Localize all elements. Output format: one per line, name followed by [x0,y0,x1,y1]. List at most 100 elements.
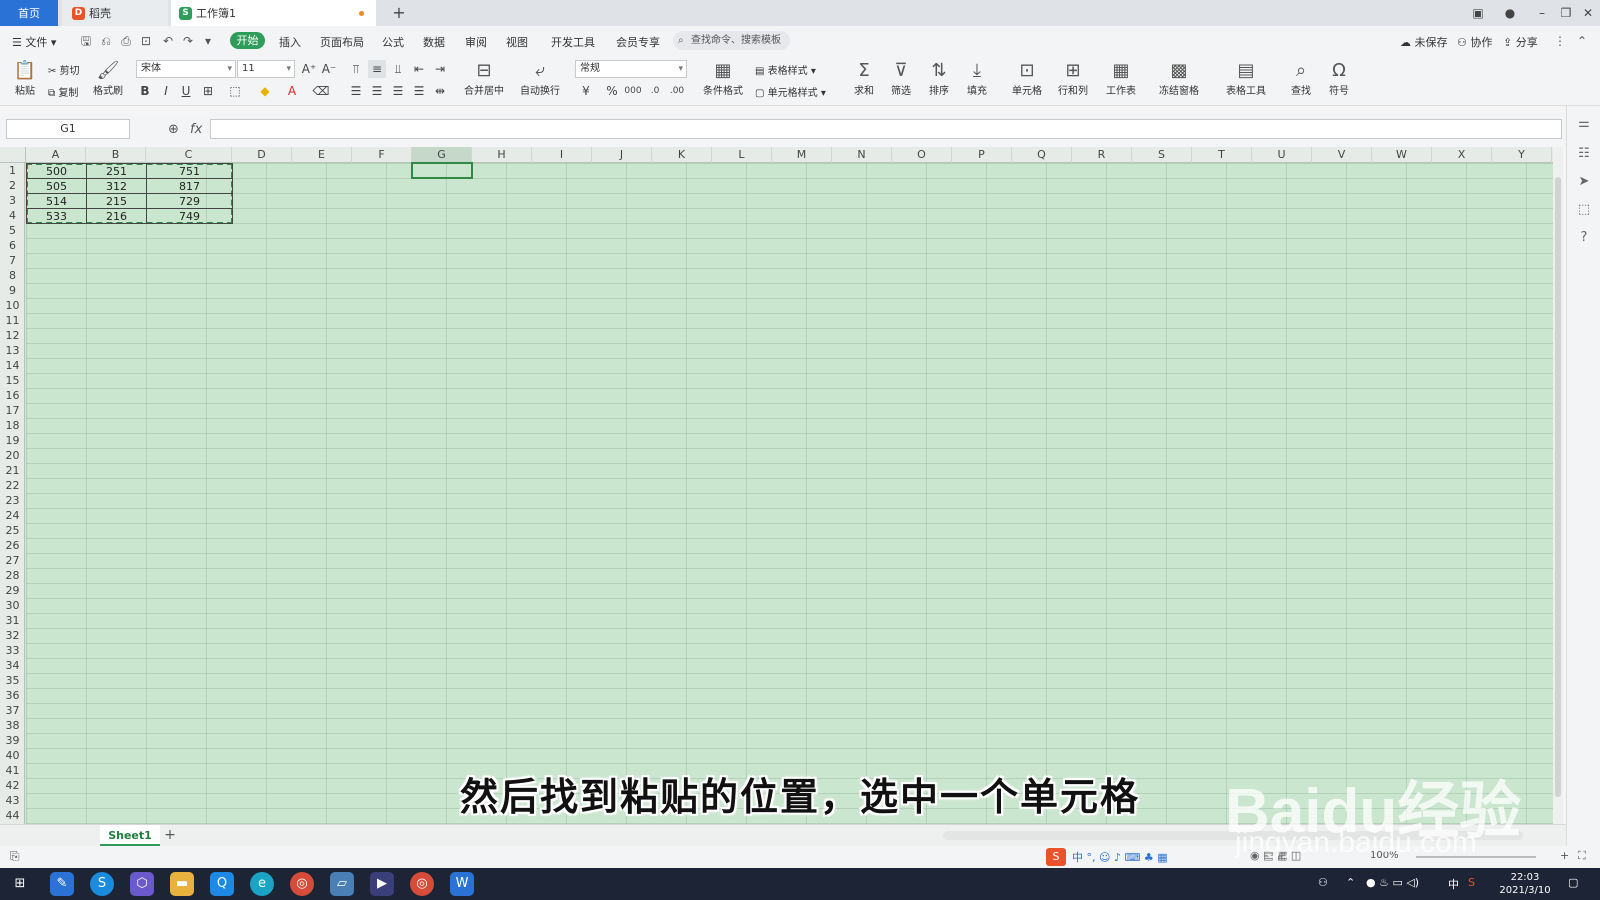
row-header-7[interactable]: 7 [0,253,25,268]
share-button[interactable]: ⇪ 分享 [1503,34,1538,50]
redo-icon[interactable]: ↷ [180,33,196,49]
cell-area[interactable]: 500 251 751 505 312 817 514 215 729 533 216 749 [26,162,1553,824]
row-header-21[interactable]: 21 [0,463,25,478]
collapse-ribbon-icon[interactable]: ⌃ [1574,33,1590,49]
increase-font-icon[interactable]: A⁺ [300,60,318,78]
tab-developer[interactable]: 开发工具 [551,34,595,50]
row-header-1[interactable]: 1 [0,163,25,178]
fill-button[interactable]: ⤓ 填充 [960,60,994,97]
windows-start-icon[interactable]: ⊞ [8,872,32,896]
row-header-25[interactable]: 25 [0,523,25,538]
row-header-24[interactable]: 24 [0,508,25,523]
row-header-35[interactable]: 35 [0,673,25,688]
tray-ime-label[interactable]: 中 [1448,876,1459,892]
column-header-o[interactable]: O [892,147,952,163]
restore-icon[interactable]: ❐ [1556,4,1576,22]
table-cell[interactable]: 500 [26,163,87,179]
tab-formula[interactable]: 公式 [382,34,404,50]
properties-icon[interactable]: ☷ [1575,146,1593,164]
tray-people-icon[interactable]: ⚇ [1318,876,1328,889]
column-header-s[interactable]: S [1132,147,1192,163]
table-style-button[interactable]: ▤ 表格样式 ▾ [755,62,816,77]
fullscreen-icon[interactable]: ⛶ [1578,849,1586,863]
table-cell[interactable]: 312 [86,178,147,194]
table-cell[interactable]: 216 [86,208,147,224]
column-header-x[interactable]: X [1432,147,1492,163]
tab-member[interactable]: 会员专享 [616,34,660,50]
row-header-22[interactable]: 22 [0,478,25,493]
table-cell[interactable]: 514 [26,193,87,209]
align-left-icon[interactable]: ☰ [347,82,365,100]
sort-button[interactable]: ⇅ 排序 [922,60,956,97]
taskbar-clock[interactable]: 22:03 2021/3/10 [1490,871,1560,897]
filter-button[interactable]: ⊽ 筛选 [884,60,918,97]
cell-fill-pattern-icon[interactable]: ⬚ [226,82,244,100]
column-header-a[interactable]: A [26,147,86,163]
find-button[interactable]: ⌕ 查找 [1284,60,1318,97]
row-header-15[interactable]: 15 [0,373,25,388]
column-header-k[interactable]: K [652,147,712,163]
format-painter-button[interactable]: 🖌 格式刷 [90,60,126,97]
menu-file[interactable]: ☰ 文件 ▾ [12,34,56,50]
command-search-input[interactable]: ⌕ 查找命令、搜索模板 [673,31,790,50]
taskbar-browser-q-icon[interactable]: Q [210,872,234,896]
customize-chevron-icon[interactable]: ▾ [200,33,216,49]
taskbar-wps-icon[interactable]: W [450,872,474,896]
sogou-ime-icon[interactable]: S [1046,848,1066,866]
increase-indent-icon[interactable]: ⇥ [431,60,449,78]
row-header-20[interactable]: 20 [0,448,25,463]
font-size-select[interactable]: 11 [237,60,295,78]
row-header-18[interactable]: 18 [0,418,25,433]
align-bottom-icon[interactable]: ⫫ [389,60,407,78]
align-middle-icon[interactable]: ≡ [368,60,386,78]
row-header-33[interactable]: 33 [0,643,25,658]
table-cell[interactable]: 729 [146,193,233,209]
select-pointer-icon[interactable]: ➤ [1575,174,1593,192]
clear-format-icon[interactable]: ⌫ [312,82,330,100]
row-header-10[interactable]: 10 [0,298,25,313]
print-preview-icon[interactable]: ⊡ [138,33,154,49]
zoom-formula-icon[interactable]: ⊕ [168,122,179,137]
font-name-select[interactable]: 宋体 [136,60,236,78]
sum-button[interactable]: Σ 求和 [848,60,880,97]
decrease-indent-icon[interactable]: ⇤ [410,60,428,78]
more-icon[interactable]: ⋮ [1552,33,1568,49]
row-header-31[interactable]: 31 [0,613,25,628]
vertical-scrollbar[interactable] [1553,147,1563,824]
sheet-tab-sheet1[interactable]: Sheet1 [100,825,160,846]
minimize-icon[interactable]: – [1532,4,1552,22]
select-all-corner[interactable] [0,147,26,163]
row-header-17[interactable]: 17 [0,403,25,418]
tray-sogou-icon[interactable]: S [1468,876,1475,889]
column-header-f[interactable]: F [352,147,412,163]
row-header-36[interactable]: 36 [0,688,25,703]
unsaved-button[interactable]: ☁ 未保存 [1400,34,1448,50]
column-header-b[interactable]: B [86,147,146,163]
scroll-thumb[interactable] [1555,177,1561,797]
row-header-13[interactable]: 13 [0,343,25,358]
column-header-w[interactable]: W [1372,147,1432,163]
align-right-icon[interactable]: ☰ [389,82,407,100]
save-icon[interactable]: 🖫 [78,33,94,49]
tab-start[interactable]: 开始 [230,32,265,49]
macro-record-icon[interactable]: ⎘ [10,849,20,864]
ime-toolbar-icons[interactable]: 中 °, ☺ ♪ ⌨ ♣ ▦ [1072,849,1168,865]
row-header-34[interactable]: 34 [0,658,25,673]
row-header-30[interactable]: 30 [0,598,25,613]
italic-icon[interactable]: I [157,82,175,100]
column-header-c[interactable]: C [146,147,232,163]
notification-icon[interactable]: ▢ [1568,876,1578,889]
column-header-r[interactable]: R [1072,147,1132,163]
underline-icon[interactable]: U [177,82,195,100]
taskbar-media-player-icon[interactable]: ▶ [370,872,394,896]
freeze-panes-button[interactable]: ▩ 冻结窗格 [1154,60,1204,97]
taskbar-app-skype-icon[interactable]: S [90,872,114,896]
shape-icon[interactable]: ⬚ [1575,202,1593,220]
tab-page-layout[interactable]: 页面布局 [320,34,364,50]
decrease-decimal-icon[interactable]: .00 [668,82,686,100]
row-header-4[interactable]: 4 [0,208,25,223]
row-header-2[interactable]: 2 [0,178,25,193]
row-header-37[interactable]: 37 [0,703,25,718]
row-header-3[interactable]: 3 [0,193,25,208]
column-header-t[interactable]: T [1192,147,1252,163]
